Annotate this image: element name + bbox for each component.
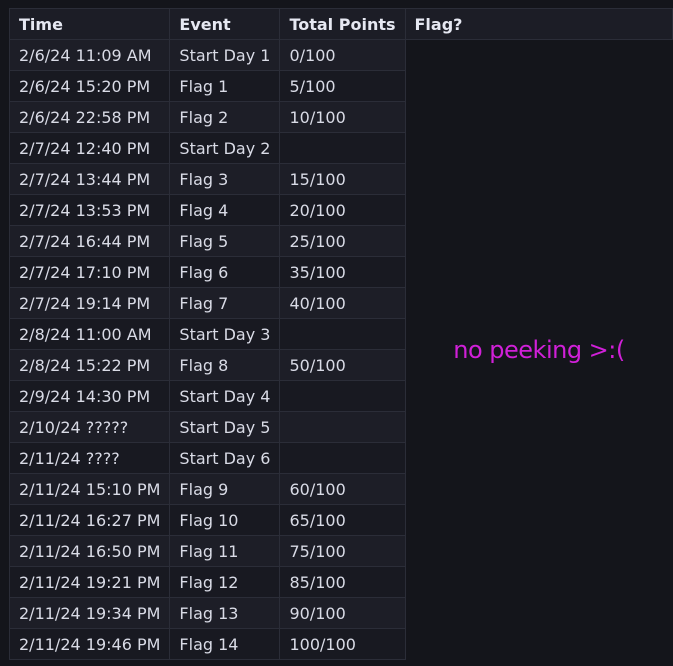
cell-event: Flag 2 <box>169 101 281 133</box>
cell-event: Flag 11 <box>169 535 281 567</box>
column-header-flag: Flag? <box>404 8 673 40</box>
cell-event: Flag 10 <box>169 504 281 536</box>
cell-event: Flag 12 <box>169 566 281 598</box>
cell-total-points <box>279 411 406 443</box>
cell-event: Flag 9 <box>169 473 281 505</box>
cell-event: Flag 3 <box>169 163 281 195</box>
cell-event: Flag 1 <box>169 70 281 102</box>
table-row: 2/6/24 11:09 AM Start Day 1 0/100 no peekin… <box>8 39 673 660</box>
cell-time: 2/11/24 19:21 PM <box>8 566 171 598</box>
flag-column-cell: no peeking >:( <box>405 39 673 660</box>
cell-event: Start Day 1 <box>169 39 281 71</box>
cell-time: 2/7/24 13:44 PM <box>8 163 171 195</box>
cell-event: Start Day 5 <box>169 411 281 443</box>
cell-time: 2/7/24 16:44 PM <box>8 225 171 257</box>
cell-total-points: 35/100 <box>279 256 406 288</box>
cell-total-points: 40/100 <box>279 287 406 319</box>
cell-total-points <box>279 318 406 350</box>
cell-event: Flag 7 <box>169 287 281 319</box>
column-header-event: Event <box>169 8 281 40</box>
cell-event: Flag 14 <box>169 628 281 660</box>
cell-time: 2/6/24 11:09 AM <box>8 39 171 71</box>
page: Time Event Total Points Flag? 2/6/24 11:… <box>0 0 673 666</box>
cell-time: 2/11/24 19:46 PM <box>8 628 171 660</box>
column-header-time: Time <box>8 8 171 40</box>
cell-total-points: 60/100 <box>279 473 406 505</box>
cell-time: 2/6/24 15:20 PM <box>8 70 171 102</box>
cell-time: 2/11/24 19:34 PM <box>8 597 171 629</box>
cell-total-points: 5/100 <box>279 70 406 102</box>
cell-total-points: 50/100 <box>279 349 406 381</box>
cell-time: 2/7/24 19:14 PM <box>8 287 171 319</box>
cell-total-points: 10/100 <box>279 101 406 133</box>
cell-event: Start Day 3 <box>169 318 281 350</box>
cell-time: 2/7/24 13:53 PM <box>8 194 171 226</box>
cell-event: Flag 8 <box>169 349 281 381</box>
cell-time: 2/10/24 ????? <box>8 411 171 443</box>
cell-total-points: 100/100 <box>279 628 406 660</box>
cell-event: Start Day 4 <box>169 380 281 412</box>
cell-event: Flag 6 <box>169 256 281 288</box>
cell-time: 2/6/24 22:58 PM <box>8 101 171 133</box>
cell-total-points <box>279 132 406 164</box>
table-body: 2/6/24 11:09 AM Start Day 1 0/100 no peekin… <box>8 39 673 660</box>
cell-total-points: 20/100 <box>279 194 406 226</box>
cell-time: 2/11/24 16:50 PM <box>8 535 171 567</box>
cell-total-points: 90/100 <box>279 597 406 629</box>
cell-total-points: 65/100 <box>279 504 406 536</box>
cell-total-points: 25/100 <box>279 225 406 257</box>
cell-time: 2/7/24 12:40 PM <box>8 132 171 164</box>
cell-total-points: 75/100 <box>279 535 406 567</box>
cell-total-points: 85/100 <box>279 566 406 598</box>
no-peeking-message: no peeking >:( <box>453 335 625 364</box>
cell-time: 2/11/24 16:27 PM <box>8 504 171 536</box>
cell-total-points <box>279 380 406 412</box>
cell-time: 2/9/24 14:30 PM <box>8 380 171 412</box>
cell-event: Flag 5 <box>169 225 281 257</box>
cell-event: Flag 4 <box>169 194 281 226</box>
cell-total-points: 0/100 <box>279 39 406 71</box>
cell-event: Start Day 6 <box>169 442 281 474</box>
cell-time: 2/7/24 17:10 PM <box>8 256 171 288</box>
events-table: Time Event Total Points Flag? 2/6/24 11:… <box>8 8 673 660</box>
table-header-row: Time Event Total Points Flag? <box>8 8 673 40</box>
cell-total-points <box>279 442 406 474</box>
cell-time: 2/11/24 15:10 PM <box>8 473 171 505</box>
cell-time: 2/11/24 ???? <box>8 442 171 474</box>
cell-time: 2/8/24 11:00 AM <box>8 318 171 350</box>
column-header-total-points: Total Points <box>279 8 406 40</box>
cell-event: Flag 13 <box>169 597 281 629</box>
cell-event: Start Day 2 <box>169 132 281 164</box>
cell-time: 2/8/24 15:22 PM <box>8 349 171 381</box>
cell-total-points: 15/100 <box>279 163 406 195</box>
